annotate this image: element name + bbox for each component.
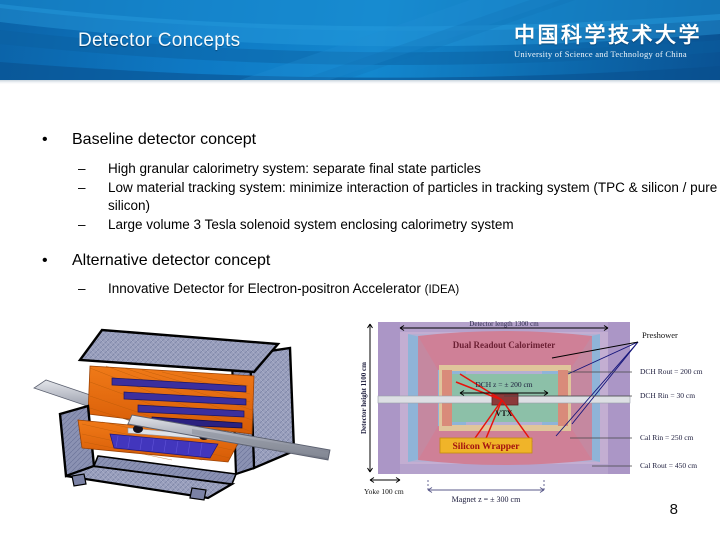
sub-bullet-marker: – <box>78 217 86 233</box>
label-dch-z: DCH z = ± 200 cm <box>475 380 532 389</box>
sub-bullet-acronym: (IDEA) <box>424 284 460 297</box>
page-number: 8 <box>669 501 678 518</box>
bullet-text: Baseline detector concept <box>72 131 257 148</box>
label-yoke: Yoke 100 cm <box>364 487 404 496</box>
figure-row: Silicon Wrapper Dual Readout Calorimeter… <box>0 312 720 512</box>
label-dual-readout-calorimeter: Dual Readout Calorimeter <box>453 340 555 350</box>
sub-bullet-low-material-tracking: – Low material tracking system: minimize… <box>0 179 720 215</box>
sub-bullet-marker: – <box>78 161 86 177</box>
label-cal-rin: Cal Rin = 250 cm <box>640 433 694 442</box>
sub-bullet-marker: – <box>78 180 86 196</box>
sub-bullet-list-baseline: – High granular calorimetry system: sepa… <box>0 160 720 234</box>
sub-bullet-large-volume-solenoid: – Large volume 3 Tesla solenoid system e… <box>0 216 720 234</box>
label-preshower: Preshower <box>642 330 678 340</box>
detector-3d-cutaway-image <box>32 316 332 506</box>
slide-header-banner: Detector Concepts 中国科学技术大学 University of… <box>0 0 720 80</box>
sub-bullet-text: Large volume 3 Tesla solenoid system enc… <box>108 217 514 233</box>
sub-bullet-text: Innovative Detector for Electron-positro… <box>108 281 425 297</box>
ustc-seal-icon <box>514 14 720 80</box>
idea-section-svg: Silicon Wrapper Dual Readout Calorimeter… <box>360 320 703 504</box>
label-dch-rout: DCH Rout = 200 cm <box>640 367 703 376</box>
idea-detector-cross-section-figure: Silicon Wrapper Dual Readout Calorimeter… <box>356 312 704 507</box>
bullet-text: Alternative detector concept <box>72 252 271 269</box>
label-cal-rout: Cal Rout = 450 cm <box>640 461 697 470</box>
slide-body: • Baseline detector concept – High granu… <box>0 84 720 298</box>
bullet-marker: • <box>42 131 48 148</box>
ustc-logo: 中国科学技术大学 University of Science and Techn… <box>514 14 702 70</box>
sub-bullet-idea: – Innovative Detector for Electron-posit… <box>0 280 720 298</box>
label-detector-height: Detector height 1100 cm <box>360 362 368 434</box>
label-silicon-wrapper: Silicon Wrapper <box>453 442 521 452</box>
sub-bullet-text: Low material tracking system: minimize i… <box>108 180 718 214</box>
sub-bullet-text: High granular calorimetry system: separa… <box>108 161 481 177</box>
sub-bullet-high-granular-calorimetry: – High granular calorimetry system: sepa… <box>0 160 720 178</box>
sub-bullet-list-alternative: – Innovative Detector for Electron-posit… <box>0 280 720 298</box>
detector-3d-svg <box>33 328 331 501</box>
sub-bullet-marker: – <box>78 281 86 297</box>
bullet-alternative-detector-concept: • Alternative detector concept <box>0 251 720 270</box>
label-magnet-z: Magnet z = ± 300 cm <box>452 495 521 504</box>
page-title: Detector Concepts <box>78 30 241 51</box>
bullet-marker: • <box>42 252 48 269</box>
label-dch-rin: DCH Rin = 30 cm <box>640 391 695 400</box>
bullet-baseline-detector-concept: • Baseline detector concept <box>0 130 720 149</box>
label-vtx: VTX <box>496 409 513 418</box>
label-detector-length: Detector length 1300 cm <box>469 320 539 328</box>
